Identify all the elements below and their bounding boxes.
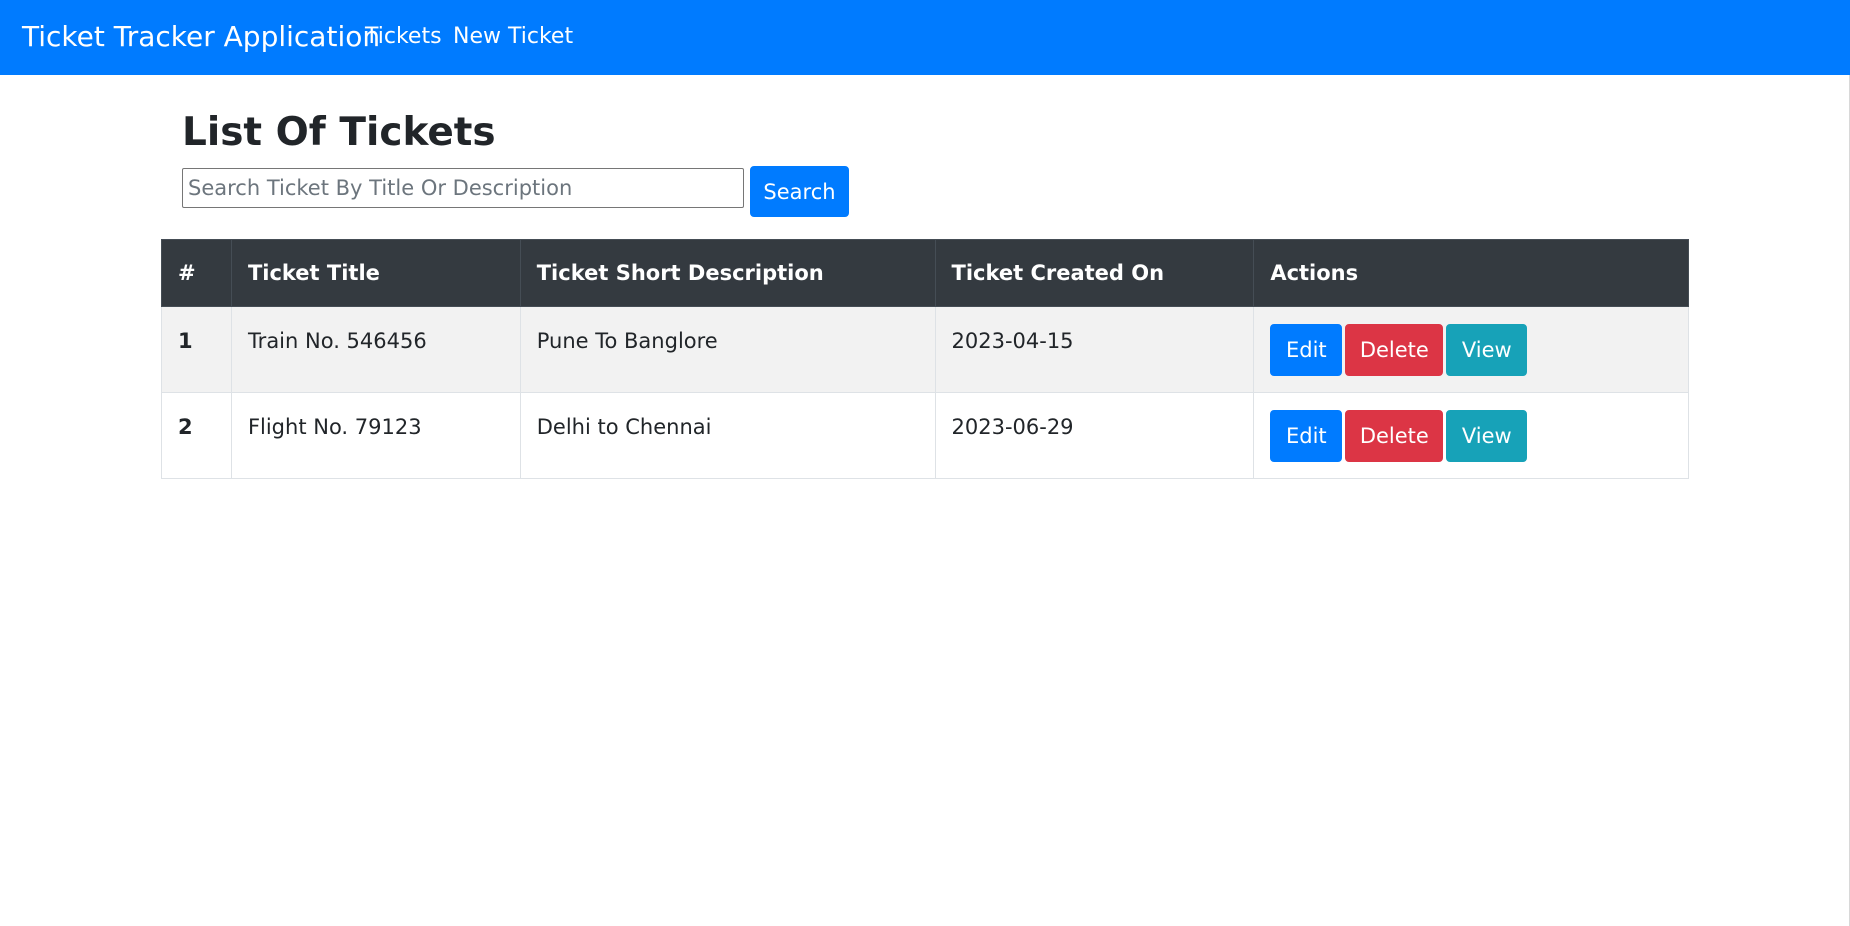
top-navbar: Ticket Tracker Application Tickets New T… [0,0,1850,75]
row-ticket-title: Train No. 546456 [230,306,521,393]
row-number: 2 [161,392,232,479]
nav-link-new-ticket[interactable]: New Ticket [453,23,573,51]
row-ticket-description: Pune To Banglore [519,306,936,393]
search-button[interactable]: Search [750,166,849,217]
header-number: # [161,239,232,307]
table-body: 1 Train No. 546456 Pune To Banglore 2023… [161,306,1689,479]
row-created-on: 2023-04-15 [934,306,1255,393]
search-input[interactable] [182,168,744,208]
page-title: List Of Tickets [182,110,496,155]
table-row: 2 Flight No. 79123 Delhi to Chennai 2023… [161,392,1689,479]
table-header: # Ticket Title Ticket Short Description … [161,239,1689,307]
row-number: 1 [161,306,232,393]
header-ticket-created-on: Ticket Created On [934,239,1255,307]
header-ticket-description: Ticket Short Description [519,239,936,307]
delete-button[interactable]: Delete [1345,410,1444,462]
edit-button[interactable]: Edit [1270,324,1343,376]
tickets-table: # Ticket Title Ticket Short Description … [161,239,1689,479]
row-actions: Edit Delete View [1253,392,1689,479]
header-actions: Actions [1253,239,1689,307]
navbar-brand[interactable]: Ticket Tracker Application [22,18,380,56]
row-ticket-description: Delhi to Chennai [519,392,936,479]
row-ticket-title: Flight No. 79123 [230,392,521,479]
table-header-row: # Ticket Title Ticket Short Description … [161,239,1689,307]
row-created-on: 2023-06-29 [934,392,1255,479]
row-actions: Edit Delete View [1253,306,1689,393]
edit-button[interactable]: Edit [1270,410,1343,462]
view-button[interactable]: View [1446,410,1528,462]
delete-button[interactable]: Delete [1345,324,1444,376]
nav-link-tickets[interactable]: Tickets [365,23,442,51]
table-row: 1 Train No. 546456 Pune To Banglore 2023… [161,306,1689,393]
header-ticket-title: Ticket Title [230,239,521,307]
view-button[interactable]: View [1446,324,1528,376]
